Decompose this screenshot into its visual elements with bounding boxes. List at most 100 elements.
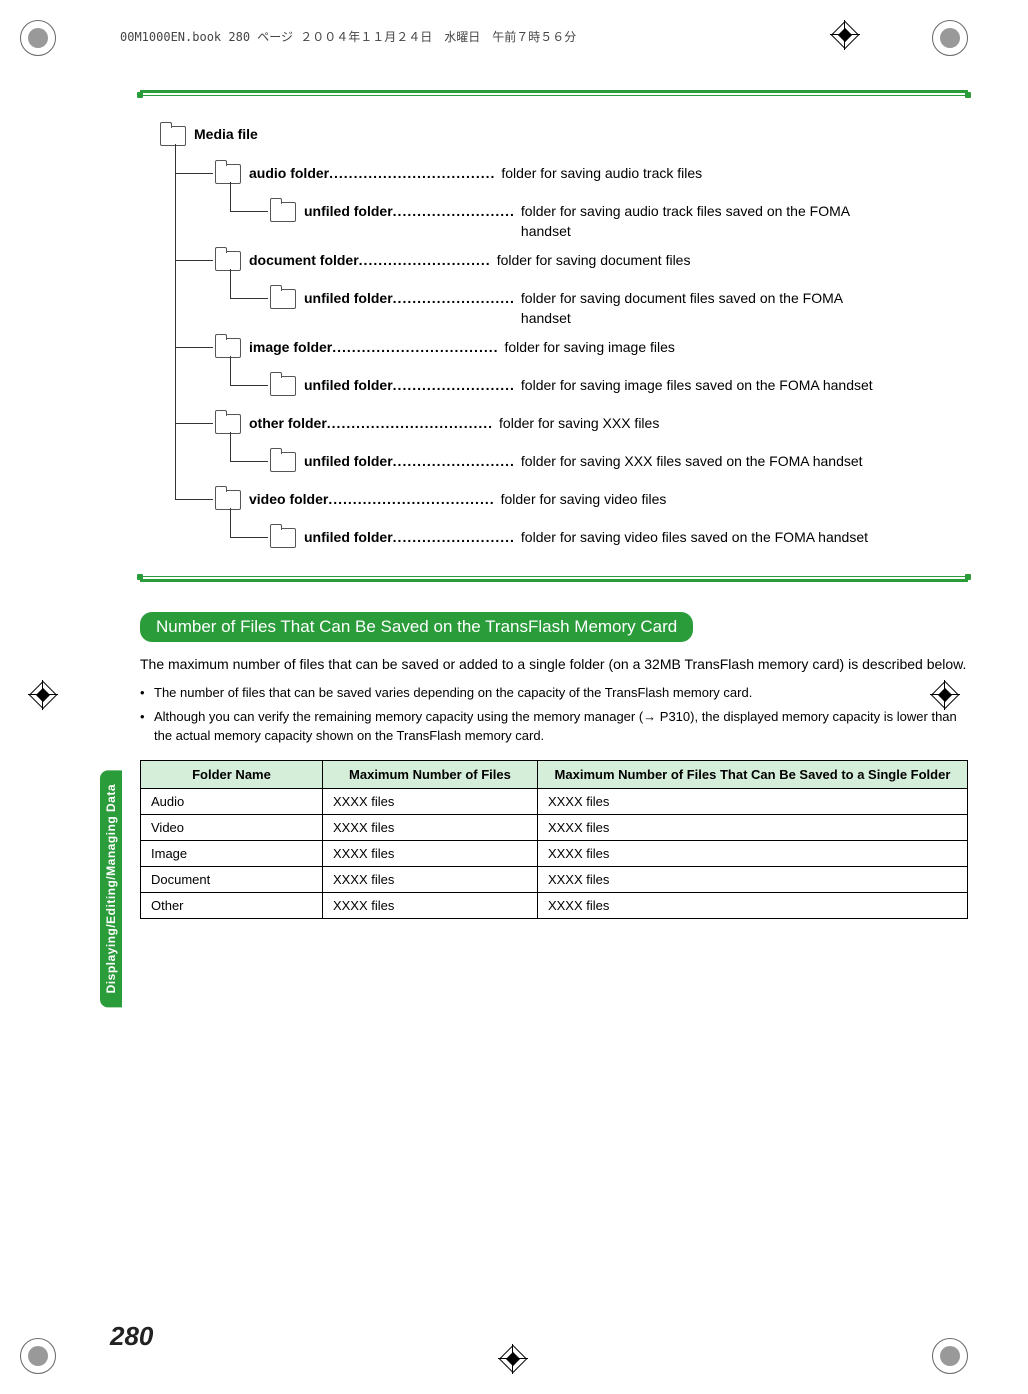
- table-cell: XXXX files: [322, 814, 537, 840]
- folder-desc: folder for saving image files saved on t…: [521, 376, 873, 396]
- folder-icon: [215, 414, 241, 434]
- page-content: Media file audio folder ................…: [140, 90, 968, 919]
- folder-desc: folder for saving XXX files: [499, 414, 659, 434]
- table-cell: XXXX files: [537, 892, 967, 918]
- folder-label: image folder: [249, 339, 332, 355]
- bullet-item: Although you can verify the remaining me…: [140, 707, 968, 746]
- folder-desc: folder for saving video files: [501, 490, 667, 510]
- crop-mark-tl: [20, 20, 56, 56]
- folder-label: unfiled folder: [304, 290, 393, 306]
- folder-desc: folder for saving document files: [497, 251, 691, 271]
- folder-label: video folder: [249, 491, 328, 507]
- folder-icon: [270, 202, 296, 222]
- bullet-list: The number of files that can be saved va…: [140, 683, 968, 746]
- leader-dots: ..................................: [327, 415, 493, 431]
- table-cell: Video: [141, 814, 323, 840]
- folder-icon: [215, 490, 241, 510]
- crop-mark-br: [932, 1338, 968, 1374]
- tree-item-video-unfiled: unfiled folder .........................…: [270, 528, 968, 556]
- leader-dots: ..................................: [328, 491, 494, 507]
- tree-item-document: document folder ........................…: [215, 251, 968, 279]
- table-row: Audio XXXX files XXXX files: [141, 788, 968, 814]
- body-text: The maximum number of files that can be …: [140, 654, 968, 675]
- tree-item-document-unfiled: unfiled folder .........................…: [270, 289, 968, 328]
- tree-item-other: other folder ...........................…: [215, 414, 968, 442]
- table-cell: Audio: [141, 788, 323, 814]
- folder-label: unfiled folder: [304, 377, 393, 393]
- folder-icon: [270, 376, 296, 396]
- table-header: Folder Name: [141, 760, 323, 788]
- rule-bottom: [140, 576, 968, 582]
- folder-icon: [270, 289, 296, 309]
- leader-dots: .........................: [393, 203, 515, 219]
- table-header: Maximum Number of Files: [322, 760, 537, 788]
- folder-label: audio folder: [249, 165, 329, 181]
- folder-label: unfiled folder: [304, 203, 393, 219]
- folder-label: document folder: [249, 252, 359, 268]
- folder-desc: folder for saving image files: [505, 338, 675, 358]
- folder-icon: [270, 528, 296, 548]
- folder-desc: folder for saving video files saved on t…: [521, 528, 868, 548]
- folder-icon: [215, 338, 241, 358]
- crop-mark-tr: [932, 20, 968, 56]
- table-cell: XXXX files: [537, 788, 967, 814]
- connector: [230, 508, 268, 538]
- table-cell: Document: [141, 866, 323, 892]
- header-meta: 00M1000EN.book 280 ページ ２００４年１１月２４日 水曜日 午…: [120, 28, 576, 45]
- table-row: Image XXXX files XXXX files: [141, 840, 968, 866]
- folder-icon: [270, 452, 296, 472]
- table-cell: XXXX files: [322, 788, 537, 814]
- section-heading: Number of Files That Can Be Saved on the…: [140, 612, 693, 642]
- connector: [230, 356, 268, 386]
- folder-desc: folder for saving XXX files saved on the…: [521, 452, 863, 472]
- tree-item-image: image folder ...........................…: [215, 338, 968, 366]
- folder-icon: [215, 251, 241, 271]
- folder-desc: folder for saving audio track files: [501, 164, 702, 184]
- leader-dots: ..................................: [332, 339, 498, 355]
- folder-label: unfiled folder: [304, 529, 393, 545]
- tree-item-image-unfiled: unfiled folder .........................…: [270, 376, 968, 404]
- folder-icon: [160, 126, 186, 146]
- tree-root-label: Media file: [194, 126, 258, 142]
- leader-dots: .........................: [393, 290, 515, 306]
- table-cell: XXXX files: [537, 814, 967, 840]
- connector: [175, 410, 213, 500]
- connector: [230, 182, 268, 212]
- table-cell: XXXX files: [322, 866, 537, 892]
- table-row: Other XXXX files XXXX files: [141, 892, 968, 918]
- register-mark-left: [28, 680, 58, 710]
- page-number: 280: [110, 1321, 153, 1352]
- table-cell: Other: [141, 892, 323, 918]
- leader-dots: ...........................: [359, 252, 491, 268]
- crop-mark-bl: [20, 1338, 56, 1374]
- table-row: Document XXXX files XXXX files: [141, 866, 968, 892]
- table-cell: Image: [141, 840, 323, 866]
- leader-dots: ..................................: [329, 165, 495, 181]
- leader-dots: .........................: [393, 529, 515, 545]
- side-tab: Displaying/Editing/Managing Data: [100, 770, 122, 1007]
- folder-desc: folder for saving audio track files save…: [521, 202, 891, 241]
- folder-desc: folder for saving document files saved o…: [521, 289, 891, 328]
- folder-icon: [215, 164, 241, 184]
- tree-root-row: Media file: [160, 126, 968, 154]
- register-mark-top: [830, 20, 860, 50]
- tree-item-audio: audio folder ...........................…: [215, 164, 968, 192]
- table-cell: XXXX files: [322, 840, 537, 866]
- folder-tree: Media file audio folder ................…: [160, 126, 968, 556]
- folder-label: unfiled folder: [304, 453, 393, 469]
- leader-dots: .........................: [393, 453, 515, 469]
- leader-dots: .........................: [393, 377, 515, 393]
- connector: [175, 171, 213, 261]
- bullet-item: The number of files that can be saved va…: [140, 683, 968, 703]
- connector: [230, 432, 268, 462]
- table-header-row: Folder Name Maximum Number of Files Maxi…: [141, 760, 968, 788]
- tree-item-video: video folder ...........................…: [215, 490, 968, 518]
- tree-item-other-unfiled: unfiled folder .........................…: [270, 452, 968, 480]
- rule-top: [140, 90, 968, 96]
- connector: [175, 144, 213, 174]
- tree-item-audio-unfiled: unfiled folder .........................…: [270, 202, 968, 241]
- connector: [230, 269, 268, 299]
- table-cell: XXXX files: [537, 866, 967, 892]
- folder-label: other folder: [249, 415, 327, 431]
- table-row: Video XXXX files XXXX files: [141, 814, 968, 840]
